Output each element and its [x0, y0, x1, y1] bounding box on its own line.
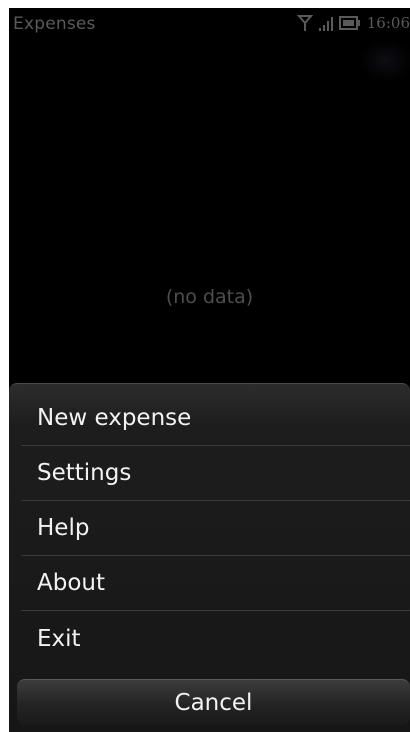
status-bar: Expenses 16:06	[9, 8, 410, 40]
menu-item-settings[interactable]: Settings	[21, 446, 410, 501]
status-icons: 16:06	[296, 14, 410, 32]
menu-item-exit[interactable]: Exit	[21, 611, 410, 666]
options-menu: New expense Settings Help About Exit Can…	[9, 383, 410, 732]
menu-item-help[interactable]: Help	[21, 501, 410, 556]
cancel-button[interactable]: Cancel	[17, 679, 410, 725]
phone-screen: Expenses 16:06 (no data) New expense Set…	[9, 8, 410, 732]
app-title: Expenses	[13, 14, 96, 34]
options-corner	[362, 42, 410, 80]
clock: 16:06	[366, 14, 410, 32]
menu-item-new-expense[interactable]: New expense	[21, 384, 410, 446]
empty-state-message: (no data)	[165, 286, 254, 308]
menu-list: New expense Settings Help About Exit	[21, 384, 410, 666]
menu-item-about[interactable]: About	[21, 556, 410, 611]
battery-icon	[338, 16, 360, 30]
antenna-icon	[296, 15, 313, 31]
signal-icon	[318, 17, 333, 31]
